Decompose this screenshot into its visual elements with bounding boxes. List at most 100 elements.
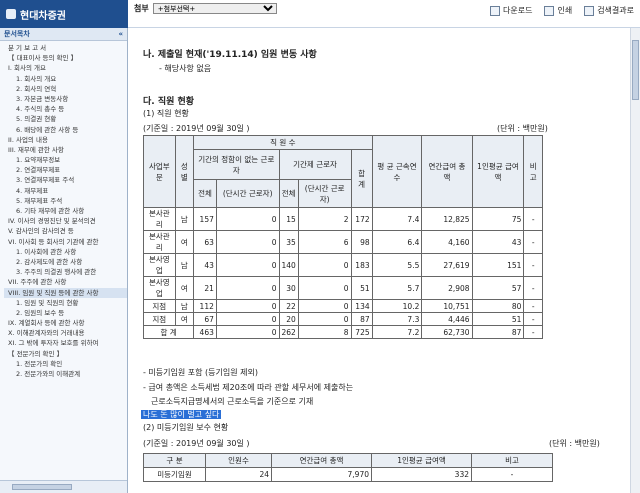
toc-item[interactable]: VIII. 임원 및 직원 등에 관한 사항 bbox=[4, 287, 127, 298]
toc-header: 문서목차 « bbox=[0, 28, 127, 41]
table-cell: 5.7 bbox=[371, 276, 423, 300]
toc-item[interactable]: I. 회사의 개요 bbox=[4, 63, 127, 73]
toc-item[interactable]: 2. 회사의 연혁 bbox=[4, 84, 127, 94]
col-avg-years: 평 균 근속연수 bbox=[371, 135, 423, 208]
table-cell: 12,825 bbox=[421, 207, 473, 231]
table-cell: 여 bbox=[174, 230, 195, 254]
table-cell: 7.4 bbox=[371, 207, 423, 231]
table-cell: 10.2 bbox=[371, 299, 423, 313]
print-icon bbox=[544, 5, 555, 16]
toc-item[interactable]: 분 기 보 고 서 bbox=[4, 43, 127, 53]
selected-text[interactable]: 나도 돈 많이 벌고 싶다 bbox=[141, 409, 222, 420]
table-row: 본사영업 남 43 0 140 0 183 5.5 27,619 151- bbox=[143, 253, 543, 277]
toc-list: 분 기 보 고 서 【 대표이사 등의 확인 】 I. 회사의 개요 1. 회사의 개… bbox=[0, 41, 127, 478]
col-annual-pay: 연간급여 총 액 bbox=[421, 135, 473, 208]
note-1: - 미등기임원 포함 (등기임원 제외) bbox=[143, 368, 258, 377]
toc-item[interactable]: X. 이해관계자와의 거래내용 bbox=[4, 328, 127, 338]
toc-item[interactable]: 2. 연결재무제표 bbox=[4, 165, 127, 175]
toc-item[interactable]: 4. 주식의 총수 등 bbox=[4, 104, 127, 114]
toc-item[interactable]: IX. 계열회사 등에 관한 사항 bbox=[4, 318, 127, 328]
toc-item[interactable]: VII. 주주에 관한 사항 bbox=[4, 277, 127, 287]
toc-item[interactable]: XI. 그 밖에 투자자 보호를 위하여 bbox=[4, 338, 127, 348]
col-avg-pay: 1인평균 급여액 bbox=[371, 453, 472, 468]
toc-item[interactable]: 3. 주주의 의결권 행사에 관한 bbox=[4, 267, 127, 277]
col-headcount: 인원수 bbox=[205, 453, 272, 468]
table-cell: 51 bbox=[350, 276, 373, 300]
table-row: 본사관리 남 157 0 15 2 172 7.4 12,825 75- bbox=[143, 207, 543, 231]
toc-item[interactable]: 2. 전문가와의 이해관계 bbox=[4, 369, 127, 379]
table-cell: 0 bbox=[215, 312, 280, 326]
toc-item[interactable]: III. 재무에 관한 사항 bbox=[4, 145, 127, 155]
toc-item[interactable]: 4. 재무제표 bbox=[4, 186, 127, 196]
table-cell: 10,751 bbox=[421, 299, 473, 313]
table-cell: 140 bbox=[278, 253, 299, 277]
toc-item[interactable]: 1. 전문가의 확인 bbox=[4, 359, 127, 369]
table-cell: - bbox=[523, 276, 543, 300]
document-viewer: 나. 제출일 현재('19.11.14) 임원 변동 사항 - 해당사항 없음 … bbox=[129, 28, 640, 493]
toc-item[interactable]: 3. 연결재무제표 주석 bbox=[4, 175, 127, 185]
table-cell: 0 bbox=[297, 299, 352, 313]
table-cell: 남 bbox=[174, 253, 195, 277]
toc-item[interactable]: 【 대표이사 등의 확인 】 bbox=[4, 53, 127, 63]
toc-item[interactable]: 5. 의결권 현황 bbox=[4, 114, 127, 124]
basis-date-2: (기준일 : 2019년 09월 30일 ) bbox=[143, 439, 250, 448]
toc-item[interactable]: 3. 자본금 변동사항 bbox=[4, 94, 127, 104]
toc-item[interactable]: 1. 임원 및 직원의 현황 bbox=[4, 298, 127, 308]
table-cell: 0 bbox=[215, 276, 280, 300]
scroll-thumb[interactable] bbox=[632, 40, 639, 100]
col-staff: 직 원 수 bbox=[193, 135, 373, 150]
toc-item[interactable]: 1. 이사회에 관한 사항 bbox=[4, 247, 127, 257]
table-cell: 0 bbox=[297, 253, 352, 277]
section-na-note: - 해당사항 없음 bbox=[159, 64, 212, 73]
unit-label-2: (단위 : 백만원) bbox=[549, 439, 600, 448]
scroll-thumb[interactable] bbox=[12, 484, 72, 490]
table-cell: 35 bbox=[278, 230, 299, 254]
toolbar: 다운로드 인쇄 검색결과로 bbox=[490, 5, 634, 16]
toc-item[interactable]: 2. 임원의 보수 등 bbox=[4, 308, 127, 318]
attachment-select[interactable]: +첨부선택+ bbox=[152, 3, 277, 14]
unit-label-1: (단위 : 백만원) bbox=[497, 124, 548, 133]
table-cell: 87 bbox=[350, 312, 373, 326]
table-cell: 6 bbox=[297, 230, 352, 254]
table-cell: 여 bbox=[174, 276, 195, 300]
table-row: 본사관리 여 63 0 35 6 98 6.4 4,160 43- bbox=[143, 230, 543, 254]
print-button[interactable]: 인쇄 bbox=[544, 5, 572, 16]
table-cell: 본사영업 bbox=[143, 276, 176, 300]
toc-item[interactable]: VI. 이사회 등 회사의 기관에 관한 bbox=[4, 237, 127, 247]
exec-pay-table: 구 분 인원수 연간급여 총액 1인평균 급여액 비고 미등기임원 24 7,9… bbox=[143, 453, 553, 482]
toc-item[interactable]: 6. 배당에 관한 사항 등 bbox=[4, 125, 127, 135]
basis-date-1: (기준일 : 2019년 09월 30일 ) bbox=[143, 124, 250, 133]
toc-item[interactable]: 5. 재무제표 주석 bbox=[4, 196, 127, 206]
toc-item[interactable]: 6. 기타 재무에 관한 사항 bbox=[4, 206, 127, 216]
col-total: 합 계 bbox=[350, 149, 373, 208]
search-result-button[interactable]: 검색결과로 bbox=[584, 5, 634, 16]
table-row: 미등기임원 24 7,970 332 - bbox=[143, 467, 553, 482]
col-permanent: 기간의 정함이 없는 근로자 bbox=[193, 149, 280, 180]
table-cell: - bbox=[523, 312, 543, 326]
table-cell: 157 bbox=[193, 207, 217, 231]
table-cell: 남 bbox=[174, 299, 195, 313]
col-note: 비고 bbox=[523, 135, 543, 208]
attach-label: 첨부 bbox=[134, 4, 149, 13]
toc-item[interactable]: 1. 요약재무정보 bbox=[4, 155, 127, 165]
toc-item[interactable]: 2. 감사제도에 관한 사항 bbox=[4, 257, 127, 267]
download-button[interactable]: 다운로드 bbox=[490, 5, 532, 16]
section-heading-da: 다. 직원 현황 bbox=[143, 97, 195, 107]
col-fixed-all: 전체 bbox=[278, 179, 299, 208]
table-cell: 22 bbox=[278, 299, 299, 313]
table-cell: 112 bbox=[193, 299, 217, 313]
table-row: 지점 남 112 0 22 0 134 10.2 10,751 80- bbox=[143, 299, 543, 313]
col-fixed-part: (단시간 근로자) bbox=[297, 179, 352, 208]
toc-item[interactable]: 1. 회사의 개요 bbox=[4, 74, 127, 84]
table-cell: 63 bbox=[193, 230, 217, 254]
toc-item[interactable]: IV. 이사의 경영진단 및 분석의견 bbox=[4, 216, 127, 226]
collapse-icon[interactable]: « bbox=[118, 30, 123, 38]
toc-horizontal-scrollbar[interactable] bbox=[0, 480, 127, 493]
toc-item[interactable]: V. 감사인의 감사의견 등 bbox=[4, 226, 127, 236]
col-category: 구 분 bbox=[143, 453, 206, 468]
toc-item[interactable]: 【 전문가의 확인 】 bbox=[4, 349, 127, 359]
toc-item[interactable]: II. 사업의 내용 bbox=[4, 135, 127, 145]
vertical-scrollbar[interactable] bbox=[630, 28, 640, 493]
table-cell: 67 bbox=[193, 312, 217, 326]
table-cell: 본사영업 bbox=[143, 253, 176, 277]
